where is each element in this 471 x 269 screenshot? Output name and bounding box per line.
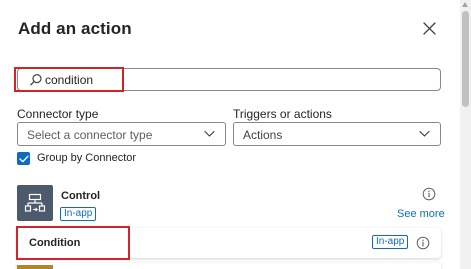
- close-button[interactable]: [418, 17, 440, 39]
- checkmark-icon: [18, 155, 29, 162]
- control-icon: [17, 185, 53, 221]
- triggers-actions-label: Triggers or actions: [233, 107, 332, 121]
- in-app-badge: In-app: [372, 235, 409, 249]
- search-input[interactable]: [45, 69, 425, 90]
- group-by-connector-checkbox[interactable]: [17, 152, 30, 165]
- search-box[interactable]: [17, 68, 441, 91]
- triggers-actions-value: Actions: [243, 128, 283, 142]
- connector-type-placeholder: Select a connector type: [27, 128, 153, 142]
- info-icon[interactable]: [416, 236, 430, 250]
- add-action-panel: Add an action Connector type Select a co…: [0, 0, 460, 269]
- group-by-connector-label: Group by Connector: [37, 152, 137, 164]
- scrollbar-thumb[interactable]: [462, 11, 469, 107]
- connector-type-label: Connector type: [17, 107, 99, 121]
- next-action-item[interactable]: [17, 263, 441, 269]
- scrollbar[interactable]: [460, 0, 471, 269]
- close-icon: [422, 21, 436, 35]
- panel-title: Add an action: [18, 19, 132, 38]
- chevron-down-icon: [204, 130, 215, 137]
- connector-name[interactable]: Control: [61, 190, 100, 202]
- action-item-condition[interactable]: Condition In-app: [17, 228, 441, 258]
- chevron-down-icon: [419, 130, 430, 137]
- scroll-up-arrow-icon[interactable]: [462, 2, 468, 7]
- triggers-actions-dropdown[interactable]: Actions: [233, 122, 441, 146]
- connector-type-dropdown[interactable]: Select a connector type: [17, 122, 226, 146]
- action-name: Condition: [29, 237, 81, 249]
- connector-color-icon: [17, 265, 53, 269]
- in-app-badge: In-app: [60, 207, 97, 221]
- search-icon: [30, 73, 42, 86]
- see-more-link[interactable]: See more: [397, 208, 445, 220]
- info-icon[interactable]: [422, 187, 436, 201]
